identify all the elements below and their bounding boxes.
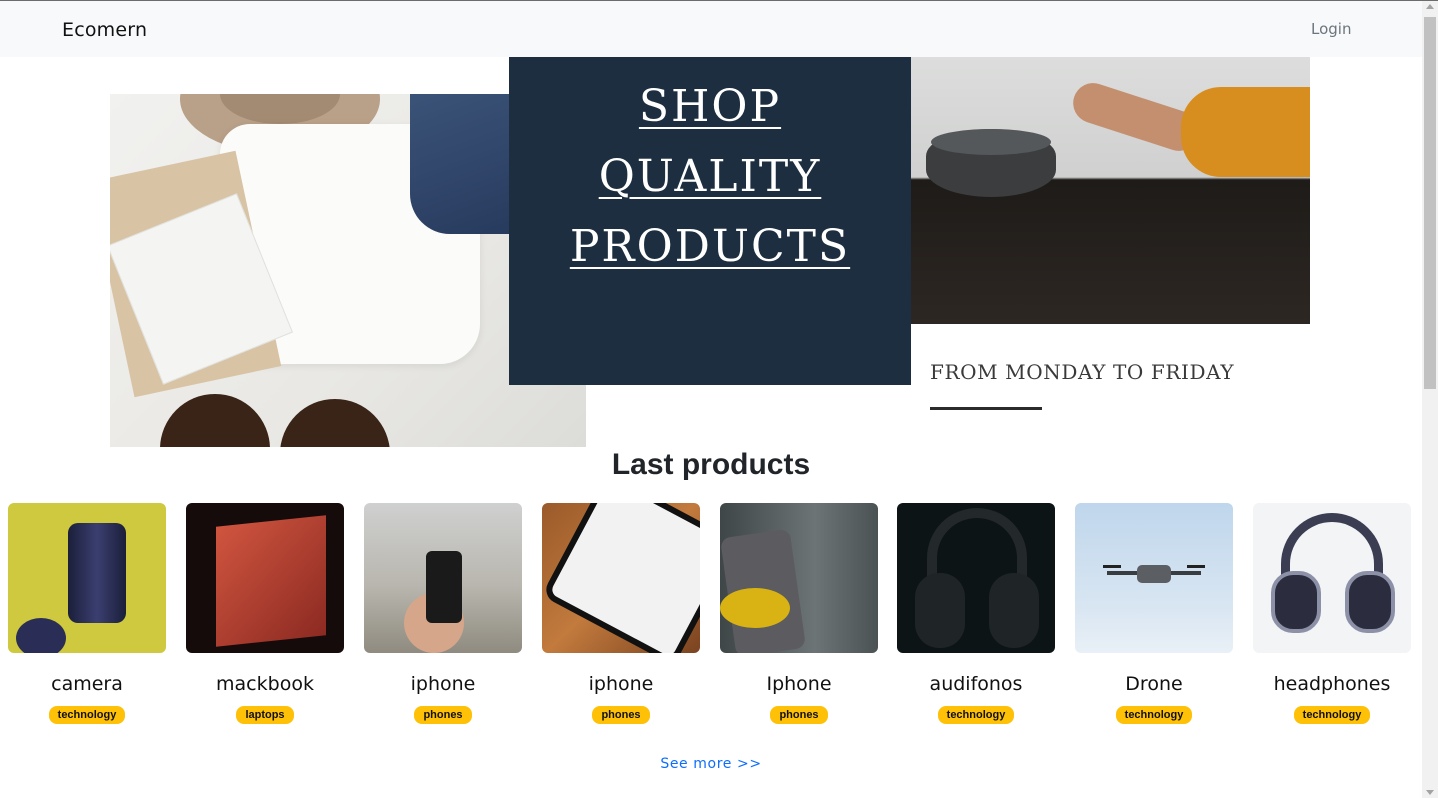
category-badge: technology xyxy=(937,706,1015,724)
category-badge: phones xyxy=(414,706,472,724)
scroll-down-arrow-icon[interactable] xyxy=(1426,790,1434,795)
product-image-laptop[interactable] xyxy=(186,503,344,653)
see-more-link[interactable]: See more >> xyxy=(0,756,1422,772)
banner-subline-divider xyxy=(930,407,1042,410)
navbar: Ecomern Login xyxy=(0,1,1422,57)
product-image-drone[interactable] xyxy=(1075,503,1233,653)
product-card[interactable]: audifonos technology xyxy=(897,503,1055,724)
speaker-top-graphic xyxy=(931,129,1051,155)
product-name[interactable]: mackbook xyxy=(186,673,344,695)
category-badge: phones xyxy=(592,706,650,724)
hero-banner: SHOP QUALITY PRODUCTS FROM MONDAY TO FRI… xyxy=(110,57,1310,447)
product-card[interactable]: headphones technology xyxy=(1253,503,1411,724)
product-card[interactable]: iphone phones xyxy=(542,503,700,724)
product-card[interactable]: camera technology xyxy=(8,503,166,724)
shoe-graphic-left xyxy=(160,394,270,447)
product-name[interactable]: headphones xyxy=(1253,673,1411,695)
product-card[interactable]: Drone technology xyxy=(1075,503,1233,724)
product-name[interactable]: iphone xyxy=(542,673,700,695)
product-name[interactable]: iphone xyxy=(364,673,522,695)
category-badge: laptops xyxy=(236,706,294,724)
product-image-phone[interactable] xyxy=(364,503,522,653)
product-card[interactable]: Iphone phones xyxy=(720,503,878,724)
product-card[interactable]: mackbook laptops xyxy=(186,503,344,724)
product-image-phone[interactable] xyxy=(720,503,878,653)
headline-line-3: PRODUCTS xyxy=(569,221,851,272)
category-badge: technology xyxy=(1115,706,1193,724)
product-image-headphones[interactable] xyxy=(897,503,1055,653)
banner-headline-panel: SHOP QUALITY PRODUCTS xyxy=(509,57,911,385)
sleeve-graphic xyxy=(1181,87,1310,177)
product-name[interactable]: audifonos xyxy=(897,673,1055,695)
headline-line-1: SHOP xyxy=(638,81,782,132)
product-name[interactable]: Drone xyxy=(1075,673,1233,695)
headline-line-2: QUALITY xyxy=(598,151,822,202)
category-badge: technology xyxy=(48,706,126,724)
banner-image-smart-speaker xyxy=(911,57,1310,324)
login-link[interactable]: Login xyxy=(1311,20,1351,38)
category-badge: technology xyxy=(1293,706,1371,724)
brand-link[interactable]: Ecomern xyxy=(62,19,147,41)
product-image-camera[interactable] xyxy=(8,503,166,653)
shoe-graphic-right xyxy=(280,399,390,447)
banner-subline: FROM MONDAY TO FRIDAY xyxy=(930,360,1235,384)
product-name[interactable]: camera xyxy=(8,673,166,695)
scrollbar-thumb[interactable] xyxy=(1424,17,1436,389)
product-image-headphones[interactable] xyxy=(1253,503,1411,653)
product-image-phone[interactable] xyxy=(542,503,700,653)
product-name[interactable]: Iphone xyxy=(720,673,878,695)
section-title: Last products xyxy=(611,448,811,481)
category-badge: phones xyxy=(770,706,828,724)
vertical-scrollbar[interactable] xyxy=(1422,1,1438,798)
scroll-up-arrow-icon[interactable] xyxy=(1426,4,1434,9)
product-card[interactable]: iphone phones xyxy=(364,503,522,724)
